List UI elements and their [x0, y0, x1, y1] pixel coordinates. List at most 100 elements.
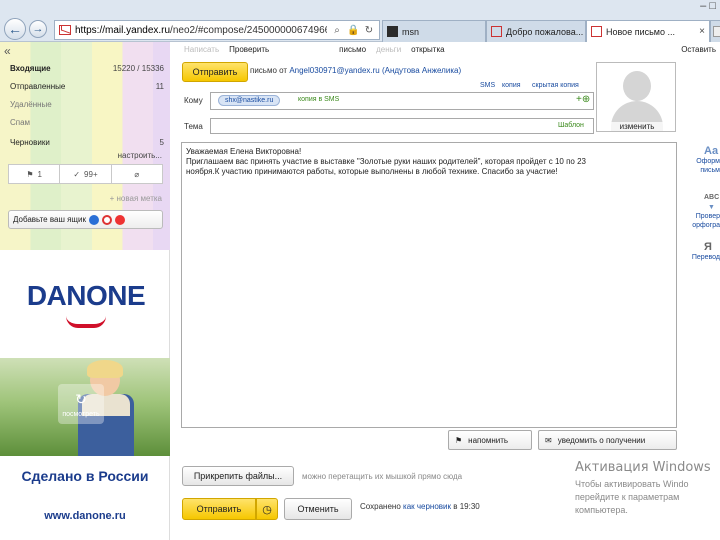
flag-icon: ⚑	[455, 435, 463, 445]
folder-count: 5	[159, 138, 164, 147]
write-tab[interactable]: Написать	[184, 45, 219, 54]
remind-label: напомнить	[468, 435, 509, 445]
notify-on-receipt-button[interactable]: ✉ уведомить о получении	[538, 430, 677, 450]
folder-sent[interactable]: Отправленные 11	[10, 82, 164, 91]
activation-line: перейдите к параметрам	[575, 492, 680, 502]
translate-tool[interactable]: Я Перевод	[682, 242, 720, 262]
down-arrow-icon: ▼	[708, 204, 715, 211]
subject-field[interactable]	[210, 118, 594, 134]
flag-icon: ⚑	[26, 169, 34, 179]
message-body-editor[interactable]: Уважаемая Елена Викторовна! Приглашаем в…	[181, 142, 677, 428]
folder-sidebar: « Входящие 15220 / 15336 Отправленные 11…	[0, 42, 170, 250]
paperclip-icon: ⌀	[134, 169, 140, 179]
add-mailbox-button[interactable]: Добавьте ваш ящик	[8, 210, 163, 229]
tab-msn[interactable]: msn	[382, 20, 486, 42]
ad-photo: ↻ посмотреть	[0, 358, 170, 456]
folder-name: Входящие	[10, 64, 51, 73]
setup-folders-link[interactable]: настроить...	[118, 151, 162, 160]
postcard-tab[interactable]: открытка	[411, 45, 444, 54]
filter-attachments[interactable]: ⌀	[112, 165, 162, 183]
send-bottom-button[interactable]: Отправить	[182, 498, 256, 520]
add-recipient-icon[interactable]: +⊕	[576, 94, 590, 105]
close-tab-icon[interactable]: ×	[699, 26, 705, 37]
danone-smile-mark	[66, 316, 106, 328]
recipient-chip[interactable]: shx@nastike.ru	[218, 95, 281, 106]
check-envelope-icon: ✉	[545, 435, 552, 445]
attach-files-button[interactable]: Прикрепить файлы...	[182, 466, 294, 486]
url-path: /neo2/#compose/2450000006749663777	[170, 24, 327, 36]
ad-url[interactable]: www.danone.ru	[0, 510, 170, 522]
leave-button[interactable]: Оставить	[681, 45, 716, 54]
send-button[interactable]: Отправить	[182, 62, 248, 82]
filter-unread[interactable]: ✓ 99+	[60, 165, 112, 183]
ad-tagline: Сделано в России	[21, 468, 149, 484]
draft-saved-status: Сохранено как черновик в 19:30	[360, 502, 480, 511]
cc-link[interactable]: копия	[502, 82, 521, 89]
cancel-button[interactable]: Отменить	[284, 498, 352, 520]
check-tab[interactable]: Проверить	[229, 45, 269, 54]
drafts-link[interactable]: как черновик	[403, 502, 451, 511]
new-label-link[interactable]: + новая метка	[110, 194, 162, 203]
danone-logo: DANONE	[26, 280, 146, 311]
window-controls[interactable]: – □	[700, 0, 716, 12]
clock-icon: ◷	[262, 503, 272, 516]
gmail-icon	[101, 214, 112, 225]
url-text[interactable]: https://mail.yandex.ru/neo2/#compose/245…	[75, 25, 327, 36]
format-letter-tool[interactable]: Aa Оформ письм	[682, 146, 720, 175]
body-line: Уважаемая Елена Викторовна!	[186, 147, 302, 156]
folder-drafts[interactable]: Черновики 5	[10, 138, 164, 147]
back-button[interactable]: ←	[4, 18, 26, 40]
copy-sms-link[interactable]: копия в SMS	[298, 96, 339, 103]
msn-favicon-icon	[387, 26, 398, 37]
money-tab[interactable]: деньги	[376, 45, 401, 54]
danone-ad-banner[interactable]: DANONE ↻ посмотреть Сделано в России www…	[0, 250, 170, 540]
saved-prefix: Сохранено	[360, 502, 401, 511]
tool-label: письм	[700, 167, 720, 174]
lock-icon[interactable]: 🔒	[347, 25, 359, 36]
sms-link[interactable]: SMS	[480, 82, 495, 89]
folder-deleted[interactable]: Удалённые	[10, 100, 164, 109]
bcc-link[interactable]: скрытая копия	[532, 82, 579, 89]
from-line: письмо от Angel030971@yandex.ru (Андутов…	[250, 66, 461, 75]
address-bar[interactable]: https://mail.yandex.ru/neo2/#compose/245…	[54, 20, 380, 40]
tab-label: Новое письмо ...	[606, 26, 675, 37]
folder-inbox[interactable]: Входящие 15220 / 15336	[10, 64, 164, 73]
activation-title: Активация Windows	[575, 460, 711, 475]
compose-topbar: Написать Проверить письмо деньги открытк…	[176, 42, 720, 54]
mailru-icon	[88, 214, 99, 225]
replay-label: посмотреть	[62, 410, 100, 418]
mail-favicon-icon	[491, 26, 502, 37]
rambler-icon	[114, 214, 125, 225]
refresh-icon[interactable]: ↻	[363, 25, 375, 36]
folder-name: Отправленные	[10, 82, 66, 91]
change-avatar-link[interactable]: изменить	[597, 122, 675, 131]
activation-text: Чтобы активировать Windo перейдите к пар…	[575, 478, 720, 517]
letter-tab[interactable]: письмо	[339, 45, 366, 54]
url-host: https://mail.yandex.ru	[75, 24, 171, 36]
avatar-placeholder-head	[623, 71, 651, 101]
template-link[interactable]: Шаблон	[558, 122, 584, 129]
forward-button[interactable]: →	[29, 20, 47, 38]
remind-button[interactable]: ⚑ напомнить	[448, 430, 532, 450]
tool-label: орфогра	[692, 222, 720, 229]
back-arrow-icon: ←	[8, 21, 22, 37]
folder-spam[interactable]: Спам	[10, 118, 164, 127]
ad-replay-overlay[interactable]: ↻ посмотреть	[58, 384, 104, 424]
spellcheck-tool[interactable]: ABC ▼ Провер орфогра	[682, 192, 720, 230]
check-icon: ✓	[73, 169, 81, 179]
delayed-send-button[interactable]: ◷	[256, 498, 278, 520]
attach-hint: можно перетащить их мышкой прямо сюда	[302, 472, 463, 481]
new-tab-button[interactable]	[710, 20, 720, 42]
child-hair	[87, 360, 123, 378]
search-icon[interactable]: ⌕	[331, 25, 343, 36]
sender-avatar[interactable]: изменить	[596, 62, 676, 132]
collapse-sidebar-icon[interactable]: «	[4, 44, 11, 58]
body-line: ноября.К участию принимаются работы, кот…	[186, 167, 558, 176]
filter-flagged[interactable]: ⚑ 1	[9, 165, 61, 183]
from-address-select[interactable]: Angel030971@yandex.ru (Андутова Анжелика…	[289, 66, 461, 75]
tab-welcome[interactable]: Добро пожалова...	[486, 20, 586, 42]
format-icon: Aa	[704, 146, 719, 157]
folder-name: Черновики	[10, 138, 50, 147]
tab-new-letter[interactable]: Новое письмо ... ×	[586, 20, 710, 42]
replay-icon: ↻	[75, 390, 87, 407]
